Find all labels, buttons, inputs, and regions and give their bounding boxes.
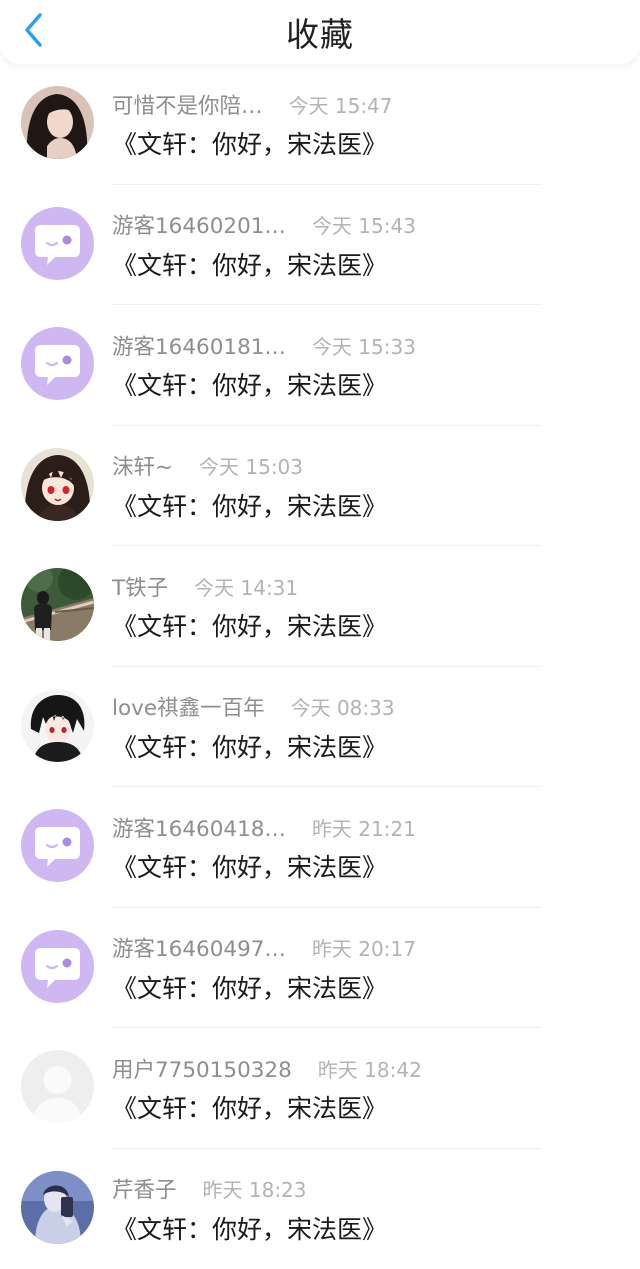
item-meta: T铁子 今天 14:31	[112, 571, 298, 601]
avatar[interactable]	[21, 207, 94, 280]
timestamp: 今天 15:03	[199, 451, 303, 480]
avatar[interactable]	[21, 1050, 94, 1123]
item-meta: 可惜不是你陪… 今天 15:47	[112, 89, 393, 119]
list-item[interactable]: 游客16460201… 今天 15:43 《文轩：你好，宋法医》	[0, 185, 640, 306]
book-title: 《文轩：你好，宋法医》	[112, 246, 387, 282]
user-name: T铁子	[112, 571, 168, 602]
user-name: 游客16460418…	[112, 812, 286, 843]
avatar[interactable]	[21, 568, 94, 641]
avatar[interactable]	[21, 1171, 94, 1244]
list-item[interactable]: 芹香子 昨天 18:23 《文轩：你好，宋法医》	[0, 1149, 640, 1269]
timestamp: 今天 15:47	[289, 90, 393, 119]
avatar[interactable]	[21, 689, 94, 762]
favorites-list: 可惜不是你陪… 今天 15:47 《文轩：你好，宋法医》 游客16460201……	[0, 64, 640, 1269]
user-name: 游客16460181…	[112, 330, 286, 361]
book-title: 《文轩：你好，宋法医》	[112, 848, 387, 884]
anime-girl-icon	[21, 448, 94, 521]
page-title: 收藏	[0, 8, 640, 56]
list-item[interactable]: 沫轩~ 今天 15:03 《文轩：你好，宋法医》	[0, 426, 640, 547]
book-title: 《文轩：你好，宋法医》	[112, 125, 387, 161]
user-name: 游客16460497…	[112, 932, 286, 963]
user-name: 沫轩~	[112, 450, 173, 481]
timestamp: 今天 15:43	[312, 210, 416, 239]
book-title: 《文轩：你好，宋法医》	[112, 487, 387, 523]
person-silhouette-icon	[21, 1050, 94, 1123]
item-meta: 芹香子 昨天 18:23	[112, 1174, 307, 1204]
user-name: 芹香子	[112, 1173, 177, 1204]
timestamp: 今天 08:33	[291, 692, 395, 721]
anime-boy-icon	[21, 689, 94, 762]
list-item[interactable]: T铁子 今天 14:31 《文轩：你好，宋法医》	[0, 546, 640, 667]
chat-bubble-icon	[21, 327, 94, 400]
book-title: 《文轩：你好，宋法医》	[112, 607, 387, 643]
item-meta: love祺鑫一百年 今天 08:33	[112, 692, 395, 722]
top-bar: 收藏	[0, 0, 640, 64]
list-item[interactable]: 游客16460181… 今天 15:33 《文轩：你好，宋法医》	[0, 305, 640, 426]
avatar[interactable]	[21, 86, 94, 159]
avatar[interactable]	[21, 809, 94, 882]
timestamp: 今天 15:33	[312, 331, 416, 360]
list-item[interactable]: love祺鑫一百年 今天 08:33 《文轩：你好，宋法医》	[0, 667, 640, 788]
timestamp: 今天 14:31	[194, 572, 298, 601]
avatar[interactable]	[21, 930, 94, 1003]
user-name: love祺鑫一百年	[112, 691, 265, 722]
book-title: 《文轩：你好，宋法医》	[112, 1089, 387, 1125]
item-meta: 游客16460201… 今天 15:43	[112, 210, 416, 240]
user-name: 可惜不是你陪…	[112, 89, 263, 120]
item-meta: 用户7750150328 昨天 18:42	[112, 1053, 422, 1083]
timestamp: 昨天 18:23	[203, 1174, 307, 1203]
list-item[interactable]: 可惜不是你陪… 今天 15:47 《文轩：你好，宋法医》	[0, 64, 640, 185]
list-item[interactable]: 用户7750150328 昨天 18:42 《文轩：你好，宋法医》	[0, 1028, 640, 1149]
list-item[interactable]: 游客16460497… 昨天 20:17 《文轩：你好，宋法医》	[0, 908, 640, 1029]
item-meta: 游客16460181… 今天 15:33	[112, 330, 416, 360]
item-meta: 游客16460497… 昨天 20:17	[112, 933, 416, 963]
photo-girl-icon	[21, 86, 94, 159]
photo-bridge-icon	[21, 568, 94, 641]
timestamp: 昨天 21:21	[312, 813, 416, 842]
book-title: 《文轩：你好，宋法医》	[112, 366, 387, 402]
chat-bubble-icon	[21, 207, 94, 280]
avatar[interactable]	[21, 327, 94, 400]
chat-bubble-icon	[21, 930, 94, 1003]
book-title: 《文轩：你好，宋法医》	[112, 969, 387, 1005]
photo-blue-icon	[21, 1171, 94, 1244]
item-meta: 游客16460418… 昨天 21:21	[112, 812, 416, 842]
avatar[interactable]	[21, 448, 94, 521]
list-item[interactable]: 游客16460418… 昨天 21:21 《文轩：你好，宋法医》	[0, 787, 640, 908]
book-title: 《文轩：你好，宋法医》	[112, 728, 387, 764]
timestamp: 昨天 20:17	[312, 933, 416, 962]
chat-bubble-icon	[21, 809, 94, 882]
user-name: 用户7750150328	[112, 1053, 292, 1084]
item-meta: 沫轩~ 今天 15:03	[112, 451, 303, 481]
book-title: 《文轩：你好，宋法医》	[112, 1210, 387, 1246]
timestamp: 昨天 18:42	[318, 1054, 422, 1083]
user-name: 游客16460201…	[112, 209, 286, 240]
